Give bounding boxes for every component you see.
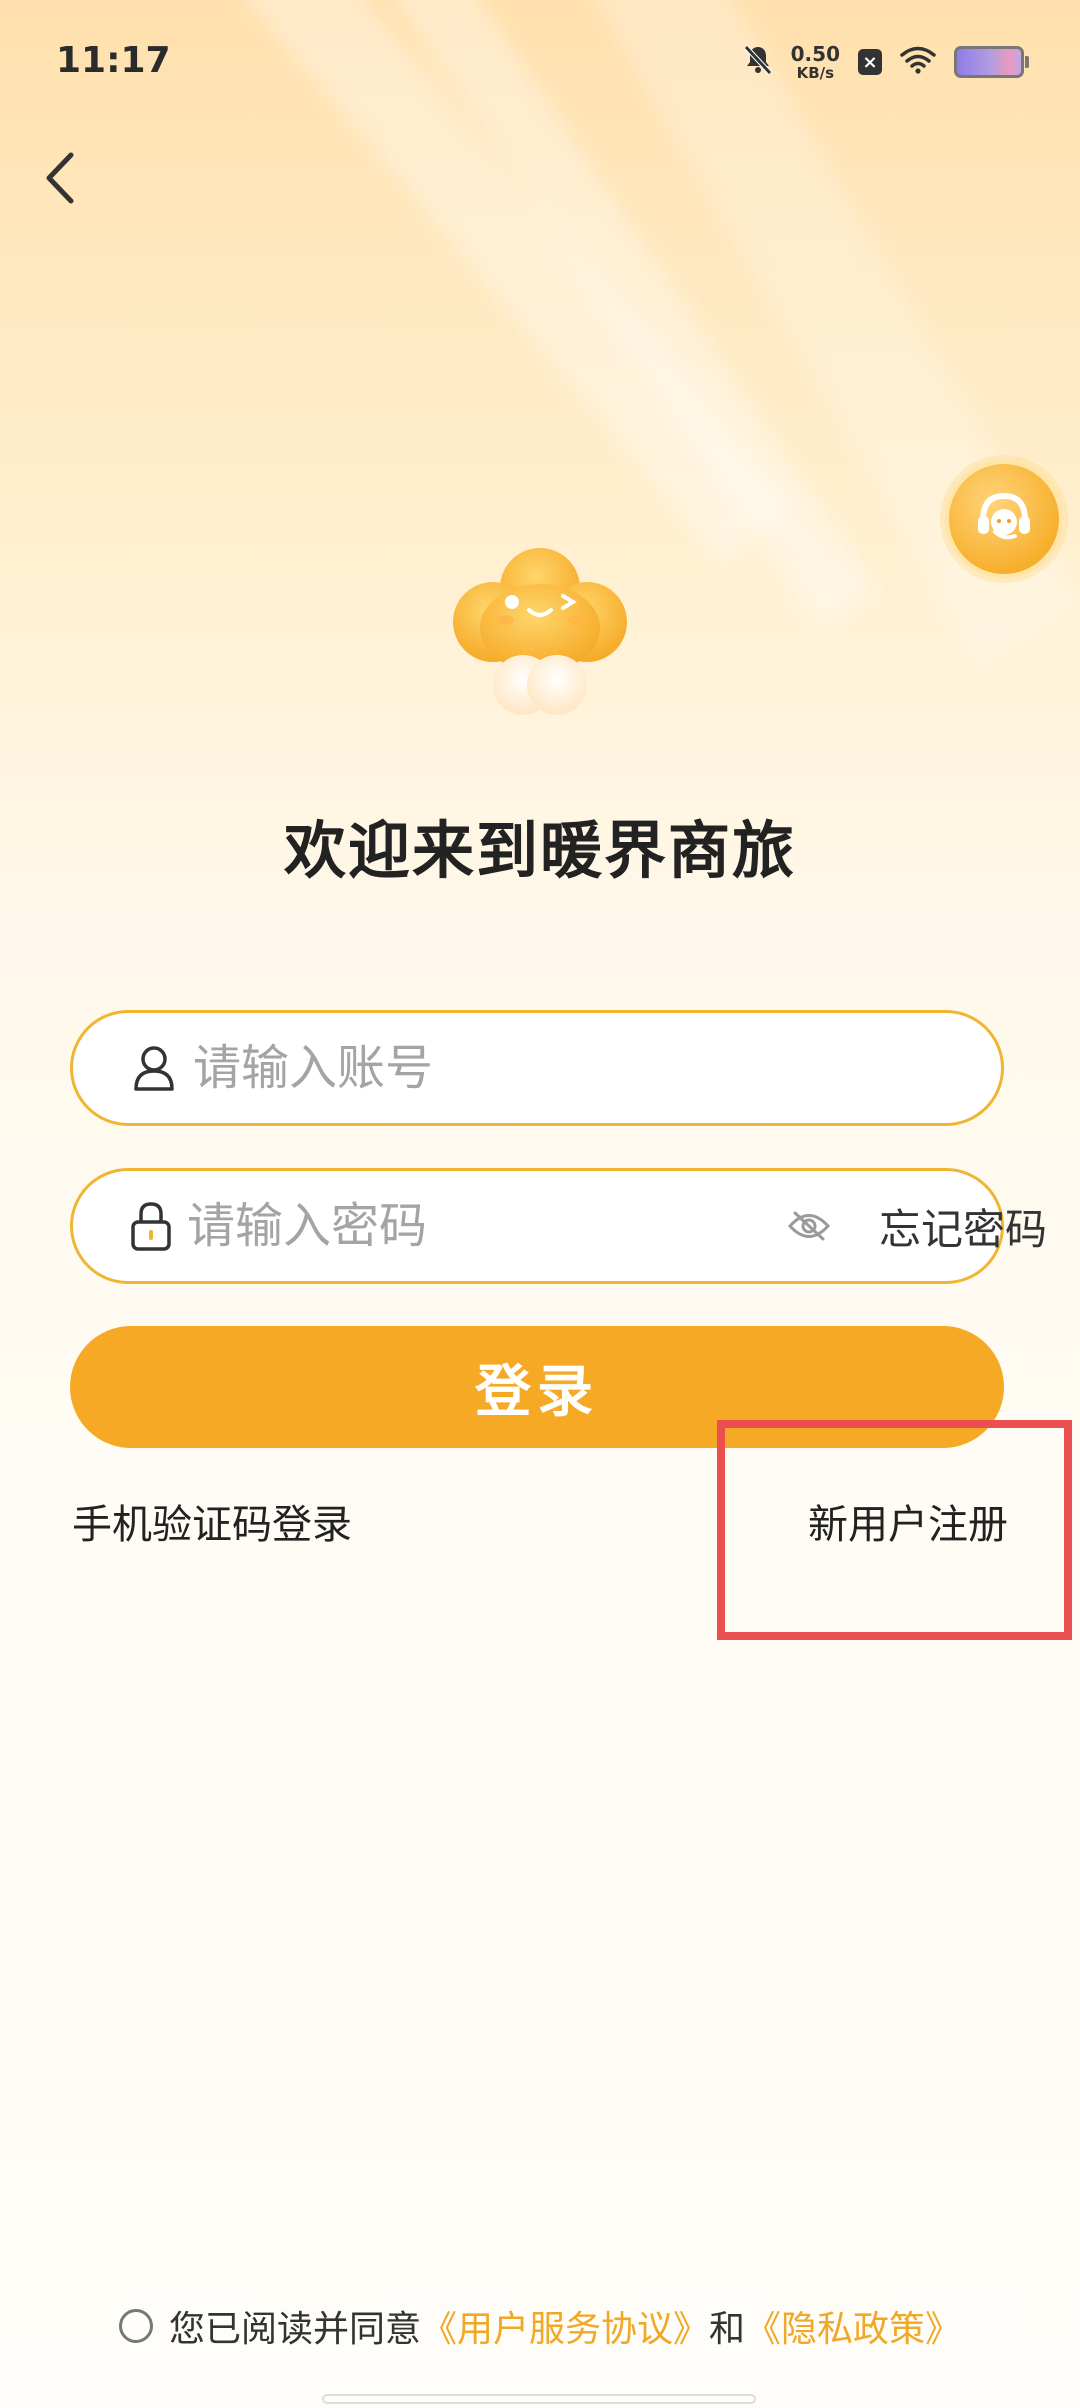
forgot-password-link[interactable]: 忘记密码 [879, 1196, 1047, 1257]
agreement-checkbox[interactable] [118, 2309, 153, 2343]
eye-off-icon[interactable] [787, 1202, 831, 1250]
mute-bell-icon [743, 44, 773, 80]
password-input[interactable] [185, 1197, 787, 1255]
customer-service-icon [971, 484, 1037, 554]
customer-service-button[interactable] [940, 455, 1068, 583]
lock-icon [129, 1201, 173, 1251]
battery-icon [954, 46, 1029, 78]
network-speed-unit: KB/s [796, 63, 835, 82]
x-notification-icon: × [858, 49, 882, 75]
privacy-policy-link[interactable]: 《隐私政策》 [745, 2300, 961, 2352]
home-indicator[interactable] [322, 2394, 756, 2404]
page-title: 欢迎来到暖界商旅 [283, 814, 796, 887]
status-icons: 0.50 KB/s × [743, 36, 1029, 88]
status-time: 11:17 [56, 40, 171, 81]
user-icon [129, 1043, 179, 1093]
chevron-left-icon [43, 151, 77, 209]
network-speed-value: 0.50 [790, 41, 840, 66]
wifi-icon [900, 46, 936, 78]
account-input[interactable] [191, 1039, 1001, 1097]
agreement-conjunction: 和 [709, 2309, 746, 2350]
back-button[interactable] [30, 145, 90, 215]
sms-login-link[interactable]: 手机验证码登录 [72, 1492, 352, 1550]
network-speed: 0.50 KB/s [791, 44, 840, 81]
highlight-box [717, 1420, 1072, 1640]
agreement-prefix: 您已阅读并同意 [168, 2309, 421, 2350]
status-bar: 11:17 0.50 KB/s × [0, 0, 1080, 120]
password-field[interactable]: 忘记密码 [70, 1168, 1047, 1284]
account-field[interactable] [70, 1010, 1004, 1126]
user-agreement-link[interactable]: 《用户服务协议》 [421, 2300, 709, 2352]
agreement-row: 您已阅读并同意 《用户服务协议》 和 《隐私政策》 [0, 2300, 1080, 2352]
mascot-logo [445, 540, 635, 720]
